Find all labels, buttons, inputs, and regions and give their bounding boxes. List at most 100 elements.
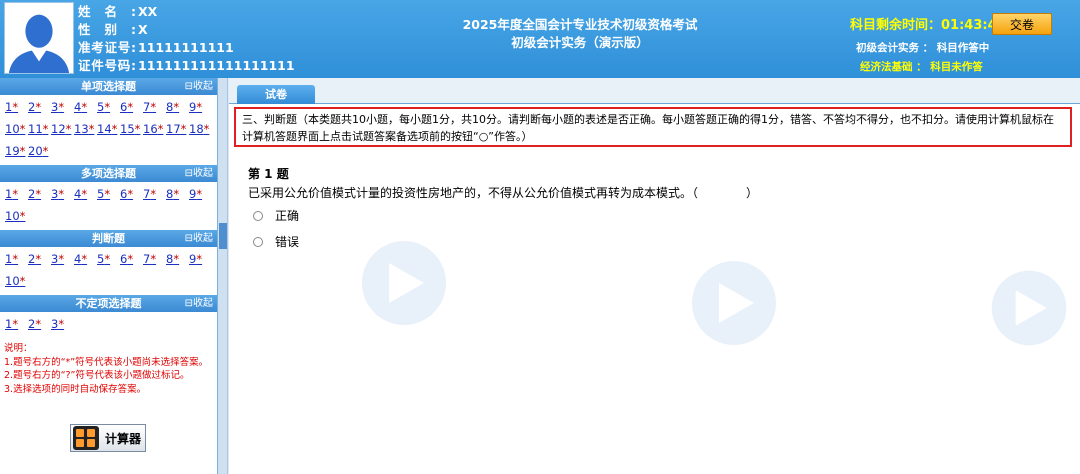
splitter-handle[interactable] [219,223,227,249]
question-link[interactable]: 20* [28,142,51,164]
question-link[interactable]: 5* [97,185,120,207]
question-link[interactable]: 2* [28,185,51,207]
unanswered-mark: * [150,100,157,114]
question-link-number: 13 [74,122,89,136]
notes-line: 说明： [4,343,33,354]
question-link[interactable]: 15* [120,120,143,142]
tab-paper[interactable]: 试卷 [237,85,315,104]
unanswered-mark: * [127,252,134,266]
question-link[interactable]: 2* [28,250,51,272]
radio-button[interactable] [253,236,263,247]
collapse-toggle[interactable]: ⊟收起 [185,165,213,182]
question-link[interactable]: 9* [189,185,212,207]
question-link[interactable]: 7* [143,185,166,207]
option-true[interactable]: 正确 [253,207,299,224]
question-link[interactable]: 2* [28,98,51,120]
collapse-toggle[interactable]: ⊟收起 [185,295,213,312]
question-link[interactable]: 3* [51,315,74,337]
question-link[interactable]: 8* [166,185,189,207]
question-link[interactable]: 10* [5,272,28,294]
question-number: 第 1 题 [248,167,289,181]
collapse-toggle[interactable]: ⊟收起 [185,78,213,95]
question-link[interactable]: 7* [143,98,166,120]
question-link[interactable]: 5* [97,250,120,272]
question-link[interactable]: 3* [51,250,74,272]
question-link[interactable]: 9* [189,98,212,120]
question-link[interactable]: 4* [74,98,97,120]
question-link[interactable]: 12* [51,120,74,142]
question-link[interactable]: 1* [5,98,28,120]
section-instruction: 三、判断题（本类题共10小题，每小题1分，共10分。请判断每小题的表述是否正确。… [234,107,1072,147]
submit-exam-button[interactable]: 交卷 [992,13,1052,35]
unanswered-mark: * [58,252,65,266]
question-link-number: 15 [120,122,135,136]
notes-line: 1.题号右方的“*”符号代表该小题尚未选择答案。 [4,356,209,368]
question-link[interactable]: 4* [74,250,97,272]
question-link[interactable]: 6* [120,250,143,272]
tab-bar: 试卷 [229,78,1080,104]
notes-line: 3.选择选项的同时自动保存答案。 [4,383,147,395]
question-link-number: 11 [28,122,43,136]
question-link[interactable]: 1* [5,315,28,337]
unanswered-mark: * [42,144,49,158]
question-link[interactable]: 10* [5,207,28,229]
calculator-button[interactable]: 计算器 [70,424,146,452]
option-false[interactable]: 错误 [253,233,299,250]
option-label: 错误 [275,235,300,249]
question-link[interactable]: 6* [120,185,143,207]
question-link[interactable]: 13* [74,120,97,142]
question-link-number: 10 [5,274,20,288]
collapse-toggle[interactable]: ⊟收起 [185,230,213,247]
question-link[interactable]: 8* [166,98,189,120]
question-link[interactable]: 3* [51,98,74,120]
question-link[interactable]: 4* [74,185,97,207]
question-link[interactable]: 6* [120,98,143,120]
legend-notes: 说明： 1.题号右方的“*”符号代表该小题尚未选择答案。 2.题号右方的“?”符… [0,338,217,396]
ticket-value: 11111111111 [138,40,234,55]
calculator-label: 计算器 [105,431,142,446]
unanswered-mark: * [180,122,187,136]
unanswered-mark: * [12,317,19,331]
question-navigator: 单项选择题 ⊟收起 1* 2* 3* 4* 5* 6* 7* 8* 9* 10* 11* 12* 13* 14… [0,78,218,474]
unanswered-mark: * [19,274,26,288]
unanswered-mark: * [127,187,134,201]
question-link[interactable]: 1* [5,185,28,207]
sidebar-splitter[interactable] [218,78,228,474]
question-link[interactable]: 19* [5,142,28,164]
unanswered-mark: * [19,122,26,136]
gender-label: 性别: [78,22,136,37]
question-link[interactable]: 8* [166,250,189,272]
radio-button[interactable] [253,210,263,221]
unanswered-mark: * [173,187,180,201]
notes-line: 2.题号右方的“?”符号代表该小题做过标记。 [4,370,190,381]
name-value: XX [138,4,158,19]
question-panel: 试卷 三、判断题（本类题共10小题，每小题1分，共10分。请判断每小题的表述是否… [229,78,1080,474]
question-link[interactable]: 10* [5,120,28,142]
unanswered-mark: * [12,252,19,266]
question-link[interactable]: 7* [143,250,166,272]
question-link[interactable]: 9* [189,250,212,272]
question-link-number: 10 [5,209,20,223]
unanswered-mark: * [88,122,95,136]
watermark-logo [689,258,779,348]
exam-title-line2: 初级会计实务（演示版） [511,35,649,50]
question-link[interactable]: 14* [97,120,120,142]
unanswered-mark: * [157,122,164,136]
watermark-logo [359,238,449,328]
question-grid: 1* 2* 3* 4* 5* 6* 7* 8* 9* 10* [0,182,217,230]
question-link[interactable]: 2* [28,315,51,337]
unanswered-mark: * [19,209,26,223]
unanswered-mark: * [58,100,65,114]
unanswered-mark: * [12,187,19,201]
question-link[interactable]: 17* [166,120,189,142]
question-link[interactable]: 18* [189,120,212,142]
question-link[interactable]: 3* [51,185,74,207]
calculator-icon [73,426,99,450]
question-link[interactable]: 5* [97,98,120,120]
unanswered-mark: * [134,122,141,136]
unanswered-mark: * [173,252,180,266]
candidate-info: 姓名: XX 性别: X 准考证号: 11111111111 证件号码: 1111111… [78,3,295,75]
question-link[interactable]: 1* [5,250,28,272]
question-link[interactable]: 16* [143,120,166,142]
question-link[interactable]: 11* [28,120,51,142]
